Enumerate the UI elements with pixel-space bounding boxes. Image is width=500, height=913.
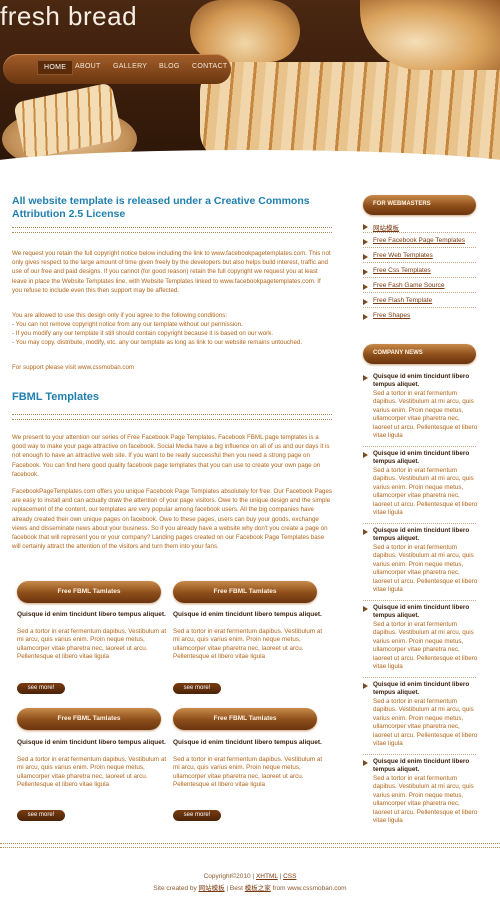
arrow-icon xyxy=(363,760,368,766)
box-text: Sed a tortor in erat fermentum dapibus. … xyxy=(173,628,323,661)
arrow-icon xyxy=(363,683,368,689)
intro-paragraph: We request you retain the full copyright… xyxy=(12,250,331,294)
sidebar-link[interactable]: Free Facebook Page Templates xyxy=(373,237,465,244)
arrow-icon xyxy=(363,284,368,290)
box-text: Sed a tortor in erat fermentum dapibus. … xyxy=(17,756,167,789)
sidebar-link[interactable]: Free Shapes xyxy=(373,312,410,319)
conditions-line: - If you modify any our template it stil… xyxy=(12,330,274,337)
news-title[interactable]: Quisque id enim tincidunt libero tempus … xyxy=(373,681,478,698)
arrow-icon xyxy=(363,224,368,230)
bread-roll-image xyxy=(360,0,500,70)
news-text: Sed a tortor in erat fermentum dapibus. … xyxy=(373,775,478,825)
sidebar-divider xyxy=(363,754,476,755)
nav-about[interactable]: ABOUT xyxy=(75,63,101,70)
conditions-line: - You may copy, distribute, modify, etc.… xyxy=(12,339,303,346)
arrow-icon xyxy=(363,375,368,381)
see-more-button[interactable]: see more! xyxy=(17,810,65,821)
box-text: Sed a tortor in erat fermentum dapibus. … xyxy=(173,756,323,789)
site-logo[interactable]: fresh bread xyxy=(0,1,137,32)
fbml-paragraph-2: FacebookPageTemplates.com offers you uni… xyxy=(12,488,332,551)
fbml-divider xyxy=(12,414,332,420)
arrow-icon xyxy=(363,269,368,275)
box-header-pill: Free FBML Tamlates xyxy=(17,581,161,603)
company-news-header: COMPANY NEWS xyxy=(363,344,476,364)
see-more-button[interactable]: see more! xyxy=(173,683,221,694)
sidebar-divider xyxy=(363,247,476,248)
conditions-line: You are allowed to use this design only … xyxy=(12,312,228,319)
title-divider xyxy=(12,227,332,233)
news-title[interactable]: Quisque id enim tincidunt libero tempus … xyxy=(373,373,478,390)
footer-divider xyxy=(0,843,500,848)
see-more-button[interactable]: see more! xyxy=(17,683,65,694)
credit-link-1[interactable]: 网站模板 xyxy=(199,885,225,892)
sidebar-divider xyxy=(363,262,476,263)
box-title: Quisque id enim tincidunt libero tempus … xyxy=(17,611,166,618)
sidebar-divider xyxy=(363,600,476,601)
news-text: Sed a tortor in erat fermentum dapibus. … xyxy=(373,698,478,748)
xhtml-link[interactable]: XHTML xyxy=(256,873,278,880)
arrow-icon xyxy=(363,254,368,260)
arrow-icon xyxy=(363,239,368,245)
news-title[interactable]: Quisque id enim tincidunt libero tempus … xyxy=(373,527,478,544)
box-header-pill: Free FBML Tamlates xyxy=(17,708,161,730)
news-text: Sed a tortor in erat fermentum dapibus. … xyxy=(373,621,478,671)
sidebar-link[interactable]: 网站模板 xyxy=(373,222,399,232)
news-title[interactable]: Quisque id enim tincidunt libero tempus … xyxy=(373,604,478,621)
nav-gallery[interactable]: GALLERY xyxy=(113,63,147,70)
sidebar-link[interactable]: Free Web Templates xyxy=(373,252,433,259)
box-header-pill: Free FBML Tamlates xyxy=(173,708,317,730)
sidebar-link[interactable]: Free Css Templates xyxy=(373,267,431,274)
news-text: Sed a tortor in erat fermentum dapibus. … xyxy=(373,467,478,517)
sidebar-divider xyxy=(363,292,476,293)
credit-link-2[interactable]: 模板之家 xyxy=(245,885,271,892)
box-text: Sed a tortor in erat fermentum dapibus. … xyxy=(17,628,167,661)
sidebar-link[interactable]: Free Flash Template xyxy=(373,297,432,304)
box-title: Quisque id enim tincidunt libero tempus … xyxy=(173,611,322,618)
nav-contact[interactable]: CONTACT xyxy=(192,63,227,70)
arrow-icon xyxy=(363,606,368,612)
box-title: Quisque id enim tincidunt libero tempus … xyxy=(17,739,166,746)
arrow-icon xyxy=(363,529,368,535)
nav-blog[interactable]: BLOG xyxy=(159,63,180,70)
css-link[interactable]: CSS xyxy=(283,873,296,880)
arrow-icon xyxy=(363,452,368,458)
conditions-line: - You can not remove copyright notice fr… xyxy=(12,321,243,328)
main-navigation: HOME ABOUT GALLERY BLOG CONTACT xyxy=(3,54,231,84)
fbml-heading: FBML Templates xyxy=(12,391,99,403)
see-more-button[interactable]: see more! xyxy=(173,810,221,821)
nav-home[interactable]: HOME xyxy=(37,60,74,75)
support-line: For support please visit www.cssmoban.co… xyxy=(12,364,135,371)
sidebar-divider xyxy=(363,232,476,233)
sidebar-divider xyxy=(363,277,476,278)
arrow-icon xyxy=(363,314,368,320)
arrow-icon xyxy=(363,299,368,305)
footer-credit: Site created by 网站模板 | Best 模板之家 from ww… xyxy=(153,885,347,892)
header-banner: fresh bread HOME ABOUT GALLERY BLOG CONT… xyxy=(0,0,500,162)
news-title[interactable]: Quisque id enim tincidunt libero tempus … xyxy=(373,758,478,775)
sidebar-link[interactable]: Free Fash Game Source xyxy=(373,282,445,289)
bread-basket-image xyxy=(200,62,500,162)
page-title: All website template is released under a… xyxy=(12,195,310,220)
sidebar-divider xyxy=(363,307,476,308)
fbml-paragraph-1: We present to your attention our series … xyxy=(12,434,330,478)
sidebar-divider xyxy=(363,446,476,447)
webmasters-header: FOR WEBMASTERS xyxy=(363,195,476,215)
bread-loaf-image xyxy=(190,0,300,62)
footer-copyright: Copyright©2010 | XHTML | CSS xyxy=(203,873,297,880)
news-title[interactable]: Quisque id enim tincidunt libero tempus … xyxy=(373,450,478,467)
news-text: Sed a tortor in erat fermentum dapibus. … xyxy=(373,544,478,594)
box-header-pill: Free FBML Tamlates xyxy=(173,581,317,603)
sidebar-divider xyxy=(363,523,476,524)
news-text: Sed a tortor in erat fermentum dapibus. … xyxy=(373,390,478,440)
sidebar-divider xyxy=(363,677,476,678)
box-title: Quisque id enim tincidunt libero tempus … xyxy=(173,739,322,746)
